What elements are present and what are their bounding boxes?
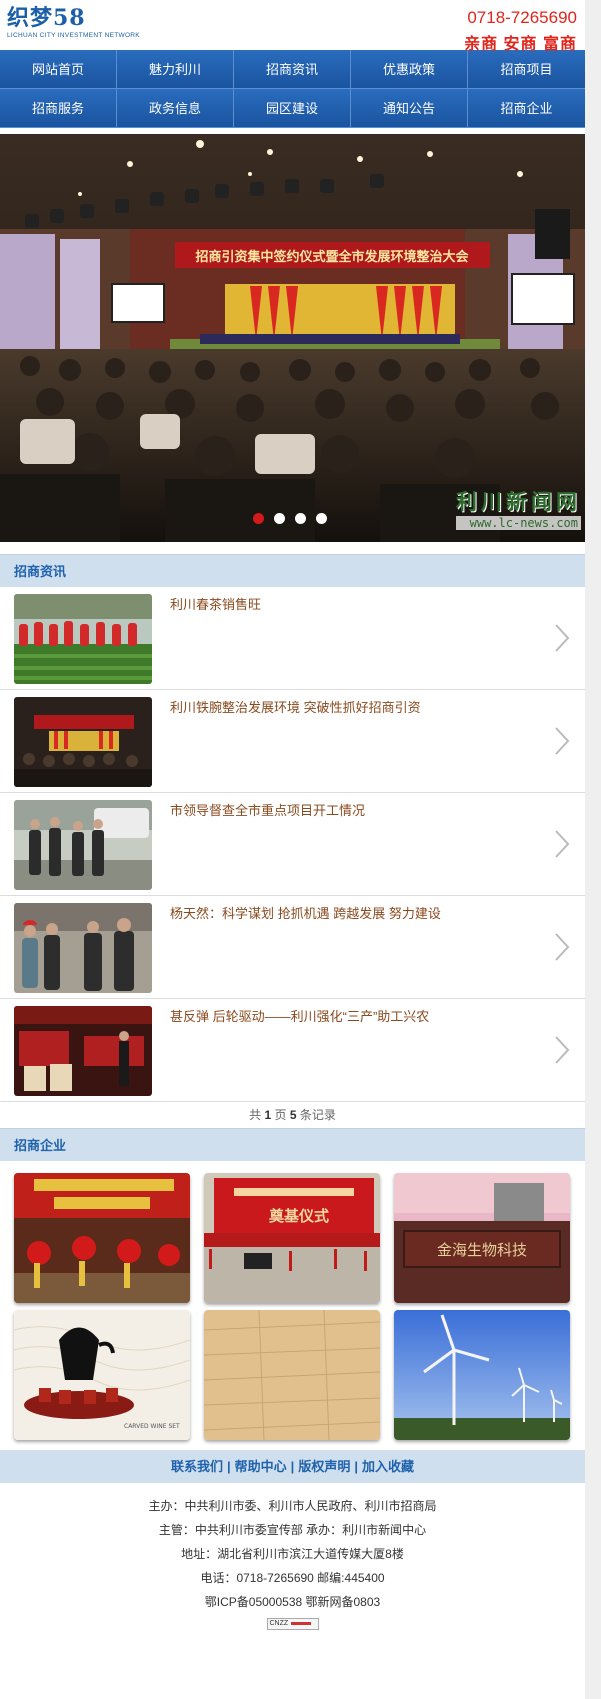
nav-item-notice[interactable]: 通知公告 bbox=[351, 89, 468, 128]
counter-label: CNZZ bbox=[269, 1620, 289, 1627]
footer-host: 主办：中共利川市委、利川市人民政府、利川市招商局 bbox=[148, 1499, 437, 1513]
news-thumbnail bbox=[14, 800, 152, 890]
list-item[interactable]: 杨天然：科学谋划 抢抓机遇 跨越发展 努力建设 bbox=[0, 896, 585, 999]
news-thumbnail bbox=[14, 1006, 152, 1096]
company-card[interactable]: 奠基仪式 bbox=[204, 1173, 380, 1303]
footer-icp: 鄂ICP备05000538 鄂新网备0803 bbox=[204, 1595, 381, 1609]
slideshow-dots bbox=[253, 513, 327, 524]
nav-item-home[interactable]: 网站首页 bbox=[0, 50, 117, 89]
pager-records: 5 bbox=[289, 1108, 297, 1122]
slide-dot-3[interactable] bbox=[295, 513, 306, 524]
news-title: 杨天然：科学谋划 抢抓机遇 跨越发展 努力建设 bbox=[170, 906, 441, 921]
watermark-title: 利川新闻网 bbox=[456, 489, 581, 514]
footer-link-help[interactable]: 帮助中心 bbox=[235, 1459, 287, 1474]
company-image: CARVED WINE SET bbox=[14, 1310, 190, 1440]
pager-pages: 1 bbox=[264, 1108, 272, 1122]
banner-slideshow[interactable]: 招商引资集中签约仪式暨全市发展环境整治大会 利川新闻网 www.lc-news.… bbox=[0, 134, 585, 542]
header-slogan: 亲商 安商 富商 bbox=[464, 36, 577, 53]
nav-item-news[interactable]: 招商资讯 bbox=[234, 50, 351, 89]
footer-links: 联系我们 | 帮助中心 | 版权声明 | 加入收藏 bbox=[0, 1450, 585, 1483]
list-item[interactable]: 市领导督查全市重点项目开工情况 bbox=[0, 793, 585, 896]
news-title: 市领导督查全市重点项目开工情况 bbox=[170, 803, 366, 818]
banner-watermark: 利川新闻网 www.lc-news.com bbox=[456, 486, 581, 530]
pagination-info: 共 1 页 5 条记录 bbox=[0, 1102, 585, 1128]
nav-item-charm[interactable]: 魅力利川 bbox=[117, 50, 234, 89]
logo-title: 织梦58 bbox=[7, 5, 86, 31]
company-section-title: 招商企业 bbox=[0, 1128, 585, 1161]
nav-item-policy[interactable]: 优惠政策 bbox=[351, 50, 468, 89]
news-section-title: 招商资讯 bbox=[0, 554, 585, 587]
news-title: 利川铁腕整治发展环境 突破性抓好招商引资 bbox=[170, 700, 421, 715]
nav-item-park[interactable]: 园区建设 bbox=[234, 89, 351, 128]
news-thumbnail bbox=[14, 903, 152, 993]
news-thumbnail bbox=[14, 697, 152, 787]
news-thumbnail bbox=[14, 594, 152, 684]
footer-supervisor: 主管：中共利川市委宣传部 承办：利川市新闻中心 bbox=[158, 1523, 427, 1537]
company-image bbox=[394, 1310, 570, 1440]
slide-dot-2[interactable] bbox=[274, 513, 285, 524]
company-image bbox=[14, 1173, 190, 1303]
page: 织梦58 LICHUAN CITY INVESTMENT NETWORK 071… bbox=[0, 0, 585, 1699]
list-item[interactable]: 利川铁腕整治发展环境 突破性抓好招商引资 bbox=[0, 690, 585, 793]
pager-suffix: 条记录 bbox=[299, 1108, 336, 1122]
footer-link-contact[interactable]: 联系我们 bbox=[171, 1459, 223, 1474]
separator: | bbox=[290, 1459, 295, 1474]
nav-item-projects[interactable]: 招商项目 bbox=[468, 50, 585, 89]
site-logo[interactable]: 织梦58 LICHUAN CITY INVESTMENT NETWORK bbox=[7, 6, 140, 39]
site-header: 织梦58 LICHUAN CITY INVESTMENT NETWORK 071… bbox=[0, 0, 585, 53]
chevron-right-icon bbox=[555, 727, 570, 755]
footer-link-copyright[interactable]: 版权声明 bbox=[298, 1459, 350, 1474]
company-image: 奠基仪式 bbox=[204, 1173, 380, 1303]
watermark-url: www.lc-news.com bbox=[456, 516, 581, 530]
logo-subtitle: LICHUAN CITY INVESTMENT NETWORK bbox=[7, 32, 140, 39]
nav-item-service[interactable]: 招商服务 bbox=[0, 89, 117, 128]
chevron-right-icon bbox=[555, 624, 570, 652]
company-grid: 奠基仪式 金海生物科技 CARVED WINE SET bbox=[0, 1161, 585, 1450]
counter-bar bbox=[291, 1621, 312, 1625]
company-card[interactable] bbox=[204, 1310, 380, 1440]
main-nav: 网站首页 魅力利川 招商资讯 优惠政策 招商项目 招商服务 政务信息 园区建设 … bbox=[0, 50, 585, 128]
list-item[interactable]: 甚反弹 后轮驱动——利川强化“三产”助工兴农 bbox=[0, 999, 585, 1102]
pager-mid: 页 bbox=[274, 1108, 287, 1122]
news-title: 利川春茶销售旺 bbox=[170, 597, 262, 612]
footer-link-bookmark[interactable]: 加入收藏 bbox=[362, 1459, 414, 1474]
company-image: 金海生物科技 bbox=[394, 1173, 570, 1303]
company-card[interactable] bbox=[394, 1310, 570, 1440]
nav-item-enterprises[interactable]: 招商企业 bbox=[468, 89, 585, 128]
footer-info: 主办：中共利川市委、利川市人民政府、利川市招商局 主管：中共利川市委宣传部 承办… bbox=[0, 1483, 585, 1630]
news-title: 甚反弹 后轮驱动——利川强化“三产”助工兴农 bbox=[170, 1009, 430, 1024]
news-list: 利川春茶销售旺 利川铁腕整治发展环境 突破性抓好招商引资 市领导督查全市重点项目… bbox=[0, 587, 585, 1102]
svg-text:奠基仪式: 奠基仪式 bbox=[268, 1207, 329, 1225]
stat-counter-badge[interactable]: CNZZ bbox=[266, 1618, 319, 1630]
pager-prefix: 共 bbox=[249, 1108, 262, 1122]
footer-contact: 电话：0718-7265690 邮编:445400 bbox=[200, 1571, 385, 1585]
chevron-right-icon bbox=[555, 933, 570, 961]
list-item[interactable]: 利川春茶销售旺 bbox=[0, 587, 585, 690]
separator: | bbox=[354, 1459, 358, 1474]
slide-dot-1[interactable] bbox=[253, 513, 264, 524]
company-card[interactable]: 金海生物科技 bbox=[394, 1173, 570, 1303]
banner-image: 招商引资集中签约仪式暨全市发展环境整治大会 bbox=[0, 134, 585, 542]
separator: | bbox=[227, 1459, 231, 1474]
chevron-right-icon bbox=[555, 830, 570, 858]
svg-text:CARVED WINE SET: CARVED WINE SET bbox=[124, 1423, 180, 1430]
hotline-phone: 0718-7265690 bbox=[467, 8, 577, 27]
chevron-right-icon bbox=[555, 1036, 570, 1064]
slide-dot-4[interactable] bbox=[316, 513, 327, 524]
svg-text:金海生物科技: 金海生物科技 bbox=[437, 1241, 527, 1259]
footer-address: 地址：湖北省利川市滨江大道传媒大厦8楼 bbox=[181, 1547, 404, 1561]
stage-banner-text: 招商引资集中签约仪式暨全市发展环境整治大会 bbox=[195, 249, 469, 265]
company-card[interactable] bbox=[14, 1173, 190, 1303]
company-image bbox=[204, 1310, 380, 1440]
nav-item-government[interactable]: 政务信息 bbox=[117, 89, 234, 128]
company-card[interactable]: CARVED WINE SET bbox=[14, 1310, 190, 1440]
